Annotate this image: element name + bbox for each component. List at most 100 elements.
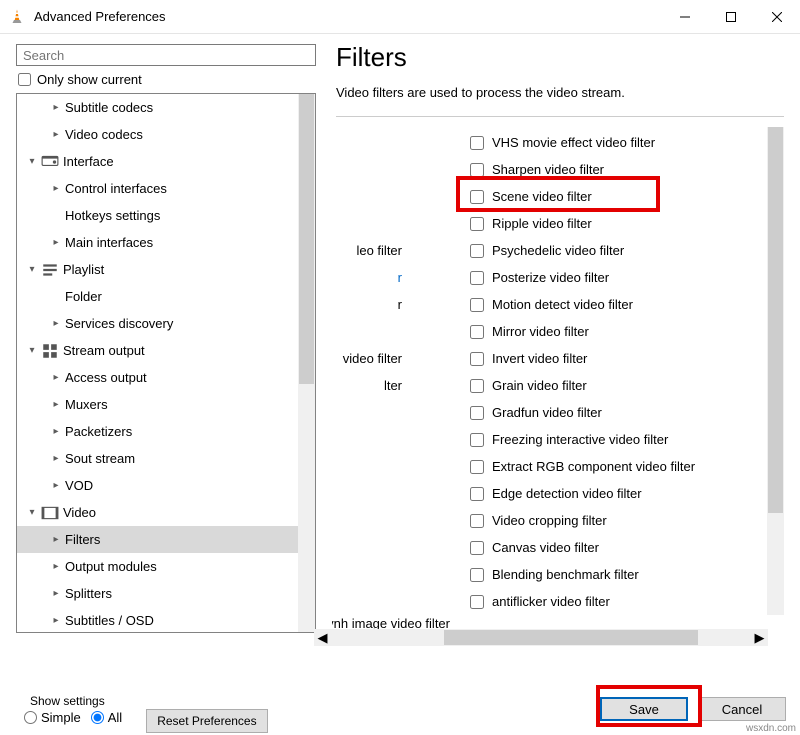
tree-item-packetizers[interactable]: ▸Packetizers: [17, 418, 298, 445]
title-bar: Advanced Preferences: [0, 0, 800, 34]
reset-preferences-button[interactable]: Reset Preferences: [146, 709, 267, 733]
filter-checkbox[interactable]: [470, 190, 484, 204]
filter-checkbox[interactable]: [470, 595, 484, 609]
tree-item-playlist[interactable]: ▾Playlist: [17, 256, 298, 283]
filter-row: Grain video filter: [470, 372, 750, 399]
filter-checkbox[interactable]: [470, 514, 484, 528]
filter-label: Canvas video filter: [492, 540, 599, 555]
tree-item-interface[interactable]: ▾Interface: [17, 148, 298, 175]
show-settings-label: Show settings: [24, 694, 128, 708]
filter-list: VHS movie effect video filter Sharpen vid…: [470, 129, 750, 617]
filter-checkbox[interactable]: [470, 352, 484, 366]
sidebar: Only show current ▸Subtitle codecs▸Video…: [0, 34, 318, 664]
tree-item-video[interactable]: ▾Video: [17, 499, 298, 526]
filter-label: Edge detection video filter: [492, 486, 642, 501]
filter-checkbox[interactable]: [470, 244, 484, 258]
tree-item-access-output[interactable]: ▸Access output: [17, 364, 298, 391]
tree-item-filters[interactable]: ▸Filters: [17, 526, 298, 553]
hscroll-right-arrow[interactable]: ▶: [751, 629, 768, 646]
filter-row: Extract RGB component video filter: [470, 453, 750, 480]
filter-label: Motion detect video filter: [492, 297, 633, 312]
page-description: Video filters are used to process the vi…: [336, 85, 784, 100]
filter-label: Mirror video filter: [492, 324, 589, 339]
filter-label: Ripple video filter: [492, 216, 592, 231]
filter-checkbox[interactable]: [470, 406, 484, 420]
maximize-button[interactable]: [708, 0, 754, 34]
tree-item-folder[interactable]: ▸Folder: [17, 283, 298, 310]
filter-checkbox[interactable]: [470, 433, 484, 447]
tree-item-vod[interactable]: ▸VOD: [17, 472, 298, 499]
filter-label: Grain video filter: [492, 378, 587, 393]
tree-scrollbar[interactable]: [298, 94, 315, 632]
filter-label: Scene video filter: [492, 189, 592, 204]
tree-item-output-modules[interactable]: ▸Output modules: [17, 553, 298, 580]
fragment-text: leo filter: [332, 237, 402, 264]
filter-row: Freezing interactive video filter: [470, 426, 750, 453]
filter-checkbox[interactable]: [470, 460, 484, 474]
main-pane: Filters Video filters are used to proces…: [318, 34, 800, 664]
filter-row: Psychedelic video filter: [470, 237, 750, 264]
filter-row: Motion detect video filter: [470, 291, 750, 318]
minimize-button[interactable]: [662, 0, 708, 34]
filter-checkbox[interactable]: [470, 325, 484, 339]
close-button[interactable]: [754, 0, 800, 34]
preferences-tree[interactable]: ▸Subtitle codecs▸Video codecs▾Interface▸…: [16, 93, 316, 633]
filter-checkbox[interactable]: [470, 487, 484, 501]
fragment-text: r: [332, 264, 402, 291]
filter-label: Extract RGB component video filter: [492, 459, 695, 474]
page-title: Filters: [336, 42, 784, 73]
divider: [336, 116, 784, 117]
tree-item-control-interfaces[interactable]: ▸Control interfaces: [17, 175, 298, 202]
filter-row: Invert video filter: [470, 345, 750, 372]
filter-row: Sharpen video filter: [470, 156, 750, 183]
tree-item-main-interfaces[interactable]: ▸Main interfaces: [17, 229, 298, 256]
filter-checkbox[interactable]: [470, 217, 484, 231]
filter-row: Scene video filter: [470, 183, 750, 210]
filter-horizontal-scrollbar[interactable]: ◀: [318, 629, 764, 646]
filter-vertical-scrollbar[interactable]: [767, 127, 784, 615]
filter-label: VHS movie effect video filter: [492, 135, 655, 150]
tree-item-hotkeys-settings[interactable]: ▸Hotkeys settings: [17, 202, 298, 229]
all-radio[interactable]: All: [91, 710, 122, 725]
tree-item-sout-stream[interactable]: ▸Sout stream: [17, 445, 298, 472]
filter-label: Psychedelic video filter: [492, 243, 624, 258]
window-title: Advanced Preferences: [34, 9, 166, 24]
filter-row: Alpha mask video filter: [470, 615, 750, 617]
filter-checkbox[interactable]: [470, 541, 484, 555]
only-show-current-label: Only show current: [37, 72, 142, 87]
search-input[interactable]: [16, 44, 316, 66]
tree-item-subtitles-osd[interactable]: ▸Subtitles / OSD: [17, 607, 298, 632]
tree-item-stream-output[interactable]: ▾Stream output: [17, 337, 298, 364]
footer: Show settings Simple All Reset Preferenc…: [0, 677, 800, 735]
filter-label: Posterize video filter: [492, 270, 609, 285]
filter-checkbox[interactable]: [470, 136, 484, 150]
watermark: wsxdn.com: [746, 723, 796, 734]
save-button[interactable]: Save: [600, 697, 688, 721]
filter-label: Invert video filter: [492, 351, 587, 366]
filter-row: Mirror video filter: [470, 318, 750, 345]
tree-item-subtitle-codecs[interactable]: ▸Subtitle codecs: [17, 94, 298, 121]
filter-checkbox[interactable]: [470, 163, 484, 177]
filter-checkbox[interactable]: [470, 298, 484, 312]
filter-label: Video cropping filter: [492, 513, 607, 528]
cancel-button[interactable]: Cancel: [698, 697, 786, 721]
filter-row: antiflicker video filter: [470, 588, 750, 615]
filter-label: Sharpen video filter: [492, 162, 604, 177]
filter-checkbox[interactable]: [470, 271, 484, 285]
filter-label: antiflicker video filter: [492, 594, 610, 609]
tree-item-services-discovery[interactable]: ▸Services discovery: [17, 310, 298, 337]
filter-label: Gradfun video filter: [492, 405, 602, 420]
filter-row: Posterize video filter: [470, 264, 750, 291]
tree-item-splitters[interactable]: ▸Splitters: [17, 580, 298, 607]
filter-checkbox[interactable]: [470, 568, 484, 582]
filter-label: Blending benchmark filter: [492, 567, 639, 582]
filter-label: Freezing interactive video filter: [492, 432, 668, 447]
tree-item-video-codecs[interactable]: ▸Video codecs: [17, 121, 298, 148]
filter-row: Edge detection video filter: [470, 480, 750, 507]
simple-radio[interactable]: Simple: [24, 710, 81, 725]
filter-checkbox[interactable]: [470, 379, 484, 393]
only-show-current-checkbox[interactable]: [18, 73, 31, 86]
filter-row: Gradfun video filter: [470, 399, 750, 426]
fragment-text: lter: [332, 372, 402, 399]
tree-item-muxers[interactable]: ▸Muxers: [17, 391, 298, 418]
